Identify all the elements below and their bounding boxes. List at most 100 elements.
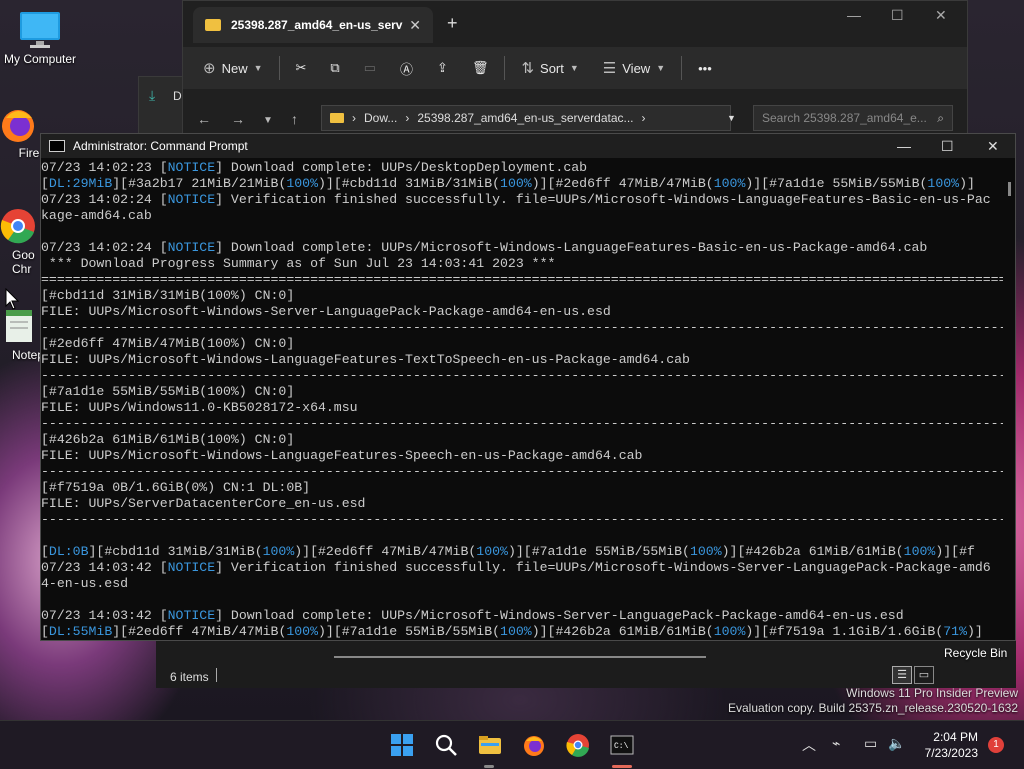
view-button[interactable]: ☰ View ▼ <box>591 59 677 77</box>
console-line: [DL:29MiB][#3a2b17 21MiB/21MiB(100%)][#c… <box>41 176 1003 192</box>
chevron-down-icon: ▼ <box>569 63 579 73</box>
console-line: FILE: UUPs/Microsoft-Windows-LanguageFea… <box>41 352 1003 368</box>
share-icon[interactable]: ⇪ <box>425 60 460 76</box>
cmd-window-title: Administrator: Command Prompt <box>73 139 248 153</box>
close-button[interactable]: ✕ <box>935 7 947 24</box>
desktop-icon-chrome[interactable]: Goo Chr <box>0 206 40 276</box>
console-line: ----------------------------------------… <box>41 368 1003 384</box>
toolbar-separator <box>681 56 683 80</box>
desktop-icon-my-computer[interactable]: My Computer <box>0 10 80 66</box>
breadcrumb-current-folder[interactable]: 25398.287_amd64_en-us_serverdatac... <box>417 111 633 125</box>
explorer-tab[interactable]: 25398.287_amd64_en-us_serv ✕ <box>193 7 433 43</box>
delete-icon[interactable]: 🗑 <box>460 60 501 76</box>
cmd-title-bar[interactable]: Administrator: Command Prompt <box>41 134 1015 158</box>
sort-button[interactable]: ⇅ Sort ▼ <box>509 59 590 77</box>
firefox-icon[interactable] <box>522 733 546 757</box>
console-line: [DL:0B][#cbd11d 31MiB/31MiB(100%)][#2ed6… <box>41 544 1003 560</box>
search-input[interactable]: Search 25398.287_amd64_e... <box>762 111 927 125</box>
rename-icon[interactable]: Ⓐ <box>388 59 425 78</box>
tiles-view-icon[interactable]: ▭ <box>914 666 934 684</box>
up-arrow-icon[interactable]: ↑ <box>291 111 298 127</box>
console-output[interactable]: 07/23 14:02:23 [NOTICE] Download complet… <box>41 160 1003 640</box>
new-button[interactable]: ⊕ New ▼ <box>183 59 275 77</box>
chrome-icon[interactable] <box>566 733 590 757</box>
back-arrow-icon[interactable]: ← <box>197 111 211 127</box>
background-window-label: D <box>173 89 182 103</box>
clock-time: 2:04 PM <box>933 730 978 744</box>
monitor-network-icon[interactable]: ▭ <box>864 735 877 752</box>
console-text: [ <box>41 176 49 191</box>
plus-circle-icon: ⊕ <box>203 60 216 77</box>
console-line: 07/23 14:03:42 [NOTICE] Verification fin… <box>41 560 1003 576</box>
taskbar-clock[interactable]: 2:04 PM 7/23/2023 <box>925 729 978 761</box>
console-line: FILE: UUPs/Microsoft-Windows-LanguageFea… <box>41 448 1003 464</box>
address-bar[interactable]: › Dow... › 25398.287_amd64_en-us_serverd… <box>321 105 764 131</box>
copy-icon[interactable]: ⧉ <box>318 60 351 76</box>
console-line: FILE: UUPs/Windows11.0-KB5028172-x64.msu <box>41 400 1003 416</box>
console-text: NOTICE <box>167 192 216 207</box>
console-text: )][#f <box>935 544 975 559</box>
file-explorer-window[interactable]: 25398.287_amd64_en-us_serv ✕ + — ☐ ✕ ⊕ N… <box>182 0 968 134</box>
console-line: kage-amd64.cab <box>41 208 1003 224</box>
console-text: FILE: UUPs/Windows11.0-KB5028172-x64.msu <box>41 400 358 415</box>
svg-text:C:\: C:\ <box>614 742 629 751</box>
console-text: [#7a1d1e 55MiB/55MiB(100%) CN:0] <box>41 384 295 399</box>
notification-badge[interactable]: 1 <box>988 737 1004 753</box>
close-button[interactable]: ✕ <box>987 138 999 155</box>
firefox-icon <box>2 110 34 142</box>
vertical-scrollbar-thumb[interactable] <box>1008 182 1011 196</box>
console-text: 55MiB <box>72 624 113 639</box>
paste-icon[interactable]: ▭ <box>352 60 388 76</box>
chevron-down-icon[interactable]: ▼ <box>727 113 736 123</box>
forward-arrow-icon[interactable]: → <box>231 111 245 127</box>
breadcrumb-separator-icon: › <box>405 111 410 125</box>
breadcrumb-downloads[interactable]: Dow... <box>364 111 397 125</box>
file-explorer-icon[interactable] <box>478 733 502 757</box>
command-prompt-window[interactable]: Administrator: Command Prompt — ☐ ✕ 07/2… <box>40 133 1016 641</box>
desktop-icon-label: Fire <box>18 146 40 160</box>
horizontal-scrollbar[interactable] <box>334 656 706 658</box>
console-text: DL: <box>48 624 73 639</box>
console-text: )][#2ed6ff 47MiB/47MiB( <box>531 176 714 191</box>
console-text: FILE: UUPs/Microsoft-Windows-LanguageFea… <box>41 448 643 463</box>
console-text: )][#7a1d1e 55MiB/55MiB( <box>745 176 928 191</box>
notepad-icon <box>6 310 32 342</box>
sort-label: Sort <box>540 60 564 76</box>
search-icon[interactable] <box>434 733 458 757</box>
cut-icon[interactable]: ✂ <box>284 60 319 76</box>
desktop-icon-label: Notep <box>12 348 40 362</box>
console-text: )][#426b2a 61MiB/61MiB( <box>531 624 714 639</box>
volume-icon[interactable]: 🔈 <box>888 735 905 752</box>
mouse-cursor-icon <box>5 288 19 310</box>
desktop-icon-firefox[interactable]: Fire <box>0 104 40 160</box>
minimize-button[interactable]: — <box>847 7 861 23</box>
close-tab-icon[interactable]: ✕ <box>409 17 421 34</box>
show-hidden-icons-icon[interactable]: ︿ <box>802 735 816 755</box>
recycle-bin-label[interactable]: Recycle Bin <box>944 646 1007 660</box>
console-text: [ <box>41 544 49 559</box>
console-text: 100% <box>713 176 746 191</box>
maximize-button[interactable]: ☐ <box>941 138 954 155</box>
desktop-icon-label: Goo Chr <box>12 248 35 276</box>
details-view-icon[interactable]: ☰ <box>892 666 912 684</box>
console-text: 100% <box>500 624 532 639</box>
console-text: 07/23 14:02:24 [ <box>41 192 168 207</box>
maximize-button[interactable]: ☐ <box>891 7 904 24</box>
new-tab-button[interactable]: + <box>447 13 458 34</box>
desktop-icon-notepad[interactable]: Notep <box>0 306 40 362</box>
toolbar-separator <box>504 56 506 80</box>
console-text: 4-en-us.esd <box>41 576 129 591</box>
console-text: 07/23 14:03:42 [ <box>41 608 168 623</box>
console-text: )][#7a1d1e 55MiB/55MiB( <box>507 544 690 559</box>
start-icon[interactable] <box>390 733 414 757</box>
network-disconnected-icon[interactable]: ⌁ <box>832 735 840 752</box>
console-text: 07/23 14:03:42 [ <box>41 560 168 575</box>
chevron-down-icon: ▼ <box>253 63 263 73</box>
terminal-icon[interactable]: C:\ <box>610 733 634 757</box>
recent-locations-icon[interactable]: ▼ <box>263 115 273 126</box>
minimize-button[interactable]: — <box>897 138 911 154</box>
search-box[interactable]: Search 25398.287_amd64_e... ⌕ <box>753 105 953 131</box>
explorer-command-bar: ⊕ New ▼ ✂ ⧉ ▭ Ⓐ ⇪ 🗑 ⇅ Sort ▼ ☰ View ▼ ••… <box>183 47 967 89</box>
more-options-button[interactable]: ••• <box>686 61 724 76</box>
